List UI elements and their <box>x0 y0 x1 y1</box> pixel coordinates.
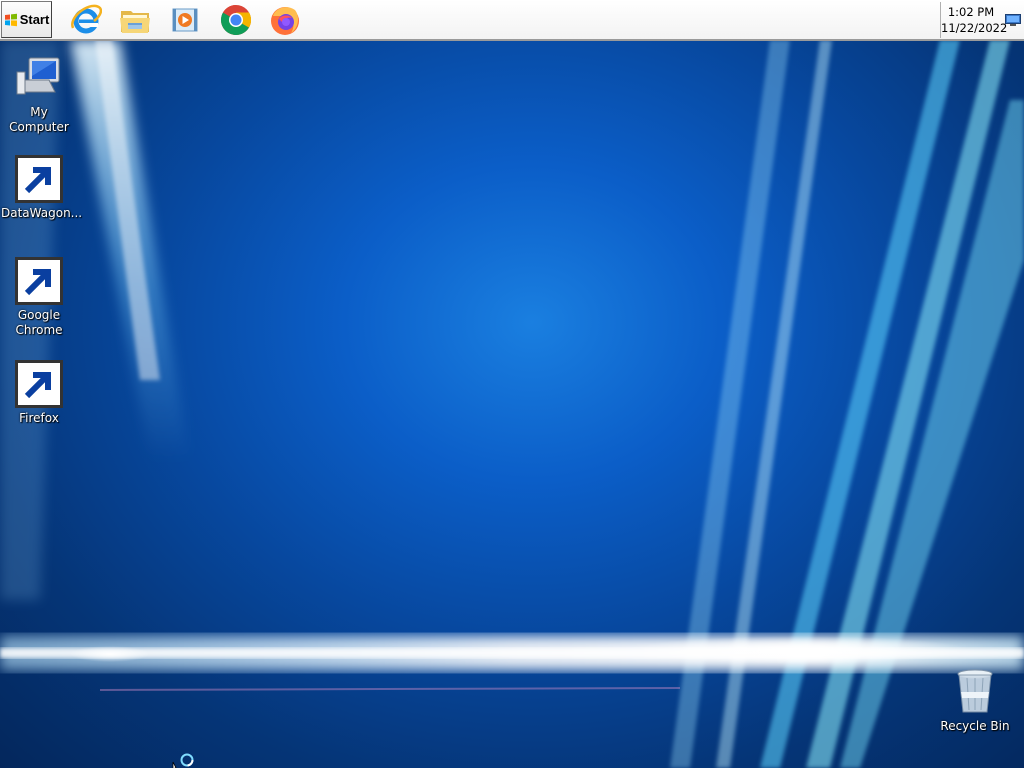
desktop-icon-label: Google Chrome <box>15 308 63 337</box>
start-button[interactable]: Start <box>1 1 52 38</box>
firefox-icon <box>271 7 299 35</box>
shortcut-arrow-icon <box>15 155 63 203</box>
firefox-icon <box>15 360 63 408</box>
quick-launch-google-chrome[interactable] <box>220 4 252 36</box>
clock[interactable]: 1:02 PM 11/22/2022 <box>941 4 1008 36</box>
ie-icon <box>71 4 102 34</box>
busy-cursor-icon <box>172 753 194 768</box>
quick-launch-media-player[interactable] <box>169 4 201 36</box>
desktop-icon-firefox[interactable]: Firefox <box>1 360 77 426</box>
system-tray: 1:02 PM 11/22/2022 <box>940 2 1024 38</box>
windows-logo-icon <box>4 13 17 26</box>
wallpaper <box>0 40 1024 768</box>
desktop-icon-label: Recycle Bin <box>940 719 1010 733</box>
shortcut-arrow-icon <box>15 257 63 305</box>
desktop-icon-my-computer[interactable]: My Computer <box>1 54 77 135</box>
desktop-icon-datawagon[interactable]: DataWagon... <box>1 155 83 221</box>
taskbar: Start 1:02 PM 11/22/2022 <box>0 0 1024 41</box>
desktop-icon-google-chrome[interactable]: Google Chrome <box>1 257 77 338</box>
network-icon[interactable] <box>1005 14 1021 26</box>
clock-time: 1:02 PM <box>947 5 995 19</box>
desktop-icon-label: My Computer <box>9 105 69 134</box>
chrome-icon <box>220 4 252 36</box>
shortcut-arrow-icon <box>15 360 63 408</box>
desktop-icon-recycle-bin[interactable]: Recycle Bin <box>937 668 1013 734</box>
computer-icon <box>15 54 63 102</box>
chrome-icon <box>15 257 63 305</box>
desktop-icon-label: DataWagon... <box>1 206 83 220</box>
quick-launch-firefox[interactable] <box>269 4 301 36</box>
desktop[interactable]: Start 1:02 PM 11/22/2022 My Computer Dat… <box>0 0 1024 768</box>
quick-launch-internet-explorer[interactable] <box>70 4 102 36</box>
quick-launch-file-explorer[interactable] <box>119 4 151 36</box>
recycle-bin-icon <box>951 668 999 716</box>
datawagon-icon <box>15 155 63 203</box>
media-player-icon <box>172 8 198 32</box>
desktop-icon-label: Firefox <box>19 411 59 425</box>
clock-date: 11/22/2022 <box>941 21 1008 35</box>
folder-icon <box>120 11 150 33</box>
start-label: Start <box>19 12 50 27</box>
